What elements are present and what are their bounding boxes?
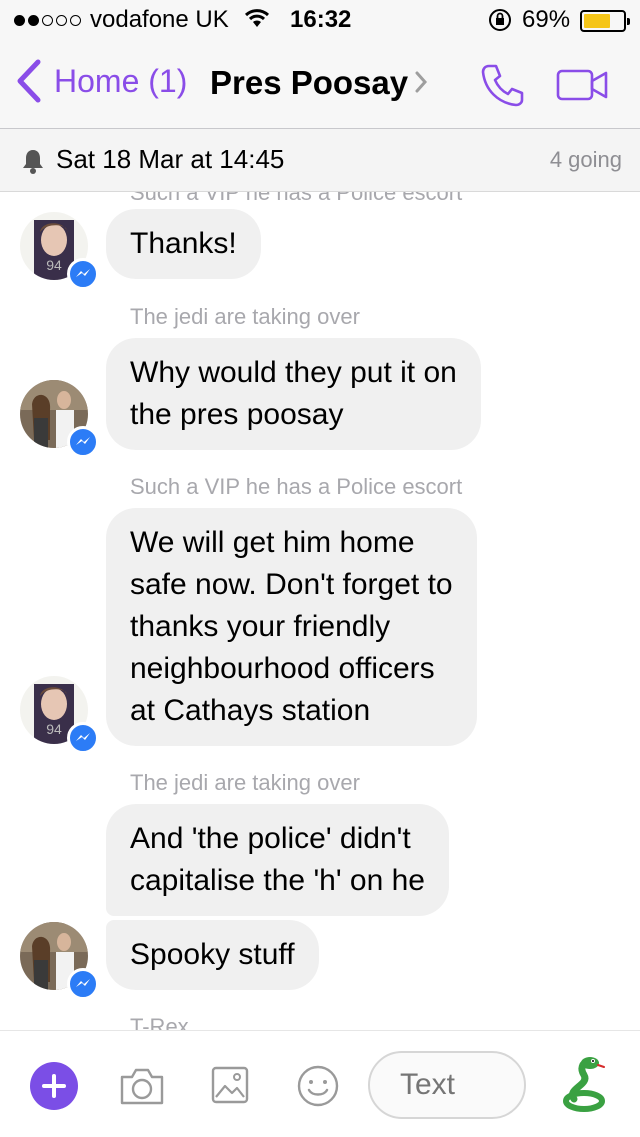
message-text: the pres poosay	[130, 398, 344, 431]
chevron-left-icon	[17, 59, 41, 103]
message-text: Thanks!	[130, 227, 237, 260]
message-bubble[interactable]: And 'the police' didn't capitalise the '…	[106, 804, 449, 916]
sender-name: Such a VIP he has a Police escort	[130, 474, 463, 499]
clock-time: 16:32	[290, 6, 352, 33]
sender-name: T-Rex	[130, 1014, 189, 1030]
event-reminder-banner[interactable]: Sat 18 Mar at 14:45 4 going	[0, 129, 640, 192]
message-text: neighbourhood officers	[130, 652, 435, 685]
battery-fill	[584, 14, 610, 28]
event-date: Sat 18 Mar at 14:45	[56, 144, 285, 174]
message-text: Why would they put it on	[130, 356, 457, 389]
conversation-header: Home (1) Pres Poosay	[0, 40, 640, 129]
battery-icon	[580, 10, 630, 32]
video-call-icon[interactable]	[556, 68, 610, 102]
messenger-badge-icon	[67, 968, 99, 1000]
status-bar: vodafone UK 16:32 69%	[0, 0, 640, 40]
message-list[interactable]: Such a VIP he has a Police escort 94 Tha…	[0, 192, 640, 1030]
plus-icon[interactable]	[30, 1062, 78, 1110]
messenger-badge-icon	[67, 722, 99, 754]
message-bubble[interactable]: Spooky stuff	[106, 920, 319, 990]
message-bubble[interactable]: Why would they put it on the pres poosay	[106, 338, 481, 450]
svg-text:94: 94	[46, 257, 62, 273]
message-input[interactable]	[368, 1051, 526, 1119]
conversation-title[interactable]: Pres Poosay	[210, 64, 408, 102]
message-text: safe now. Don't forget to	[130, 568, 453, 601]
signal-strength-icon	[14, 8, 81, 32]
message-text: capitalise the 'h' on he	[130, 864, 425, 897]
emoji-icon[interactable]	[296, 1064, 340, 1108]
message-text: We will get him home	[130, 526, 415, 559]
event-going-count[interactable]: 4 going	[550, 147, 622, 173]
message-text: thanks your friendly	[130, 610, 391, 643]
chevron-right-icon[interactable]	[414, 70, 428, 94]
message-text: And 'the police' didn't	[130, 822, 411, 855]
camera-icon[interactable]	[118, 1065, 166, 1107]
message-bubble[interactable]: Thanks!	[106, 209, 261, 279]
svg-text:94: 94	[46, 721, 62, 737]
sender-name: Such a VIP he has a Police escort	[130, 192, 463, 205]
phone-icon[interactable]	[480, 62, 526, 108]
composer-bar	[0, 1030, 640, 1137]
message-bubble[interactable]: We will get him home safe now. Don't for…	[106, 508, 477, 746]
image-icon[interactable]	[210, 1065, 250, 1105]
back-label: Home (1)	[54, 62, 188, 99]
bell-icon	[23, 150, 43, 174]
message-text: Spooky stuff	[130, 938, 295, 971]
snake-sticker-icon[interactable]	[560, 1055, 608, 1113]
carrier-name: vodafone UK	[90, 6, 229, 33]
message-text: at Cathays station	[130, 694, 371, 727]
sender-name: The jedi are taking over	[130, 304, 360, 329]
messenger-badge-icon	[67, 258, 99, 290]
messenger-badge-icon	[67, 426, 99, 458]
wifi-icon	[244, 7, 270, 36]
orientation-lock-icon	[488, 8, 512, 39]
battery-percent: 69%	[522, 6, 571, 33]
back-button[interactable]: Home (1)	[14, 58, 187, 104]
sender-name: The jedi are taking over	[130, 770, 360, 795]
